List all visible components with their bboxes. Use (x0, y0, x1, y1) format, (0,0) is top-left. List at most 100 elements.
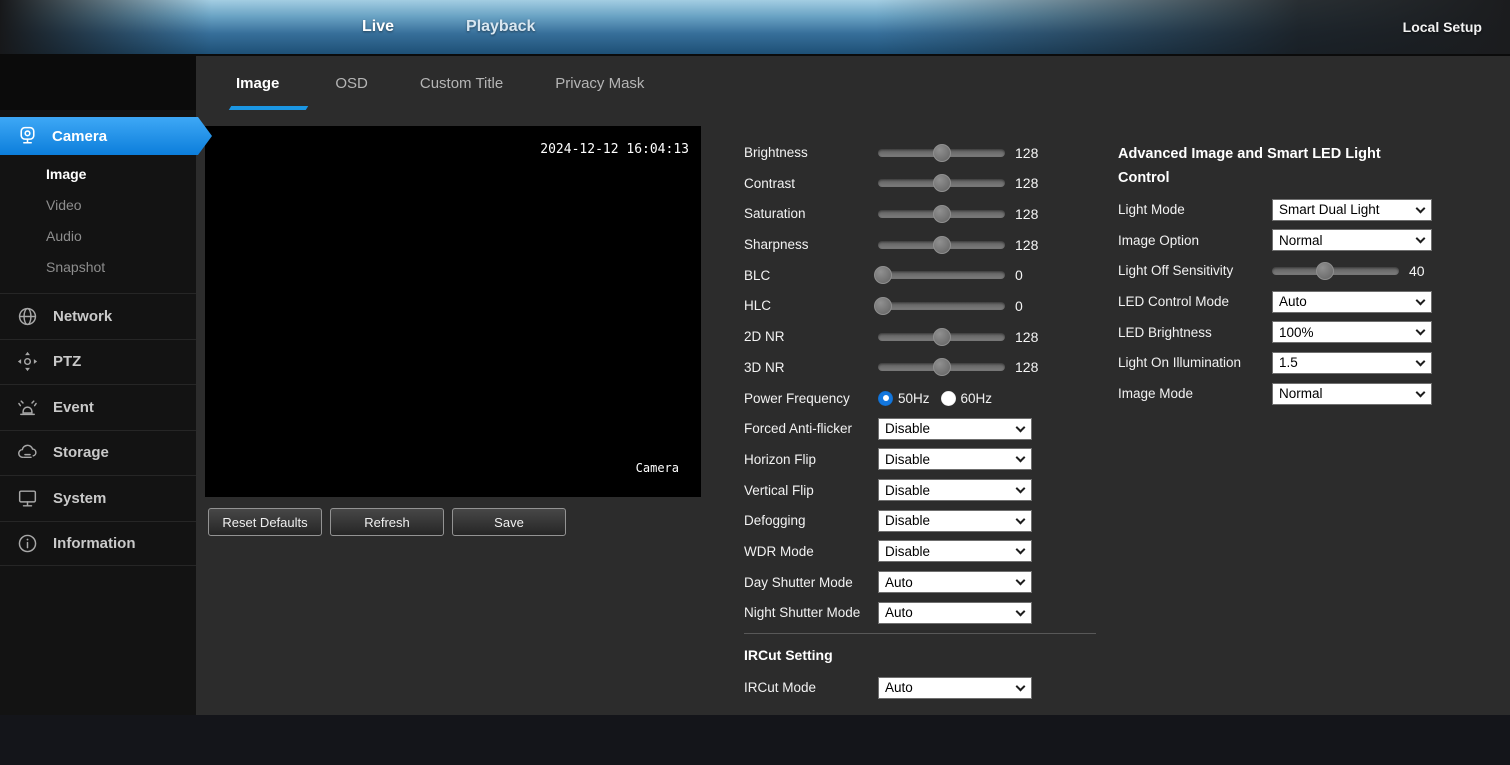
led-brightness-select[interactable]: 100% (1272, 321, 1432, 343)
sharpness-slider[interactable] (878, 234, 1005, 255)
sidebar-subitem-image[interactable]: Image (46, 159, 196, 190)
subtab-custom-title[interactable]: Custom Title (394, 56, 529, 110)
vertical-flip-select[interactable]: Disable (878, 479, 1032, 501)
sidebar-item-camera[interactable]: Camera (0, 117, 212, 155)
slider-track[interactable] (878, 149, 1005, 157)
defogging-label: Defogging (744, 513, 878, 528)
ptz-icon (15, 350, 39, 374)
main-content: Image OSD Custom Title Privacy Mask 2024… (196, 56, 1510, 715)
slider-track[interactable] (878, 271, 1005, 279)
video-timestamp: 2024-12-12 16:04:13 (540, 142, 689, 157)
ircut-mode-select[interactable]: Auto (878, 677, 1032, 699)
slider-track[interactable] (878, 241, 1005, 249)
top-tabs: Live Playback (362, 0, 535, 54)
sidebar-item-storage[interactable]: Storage (0, 430, 196, 476)
system-icon (15, 486, 39, 510)
2d-nr-value: 128 (1015, 329, 1045, 345)
sidebar-subitem-audio[interactable]: Audio (46, 221, 196, 252)
event-icon (15, 395, 39, 419)
defogging-select-wrap: Disable (878, 510, 1032, 532)
sidebar-item-ptz[interactable]: PTZ (0, 339, 196, 385)
slider-thumb[interactable] (933, 144, 951, 162)
image-mode-select-wrap: Normal (1272, 383, 1432, 405)
night-shutter-mode-select-wrap: Auto (878, 602, 1032, 624)
slider-track[interactable] (878, 302, 1005, 310)
power-frequency-label: Power Frequency (744, 391, 878, 406)
image-mode-select[interactable]: Normal (1272, 383, 1432, 405)
3d-nr-slider[interactable] (878, 357, 1005, 378)
tab-live[interactable]: Live (362, 18, 394, 36)
led-control-mode-select[interactable]: Auto (1272, 291, 1432, 313)
defogging-select[interactable]: Disable (878, 510, 1032, 532)
subtab-privacy-mask[interactable]: Privacy Mask (529, 56, 670, 110)
forced-anti-flicker-select[interactable]: Disable (878, 418, 1032, 440)
slider-thumb[interactable] (874, 297, 892, 315)
light-on-illumination-select-wrap: 1.5 (1272, 352, 1432, 374)
ircut-mode-label: IRCut Mode (744, 680, 878, 695)
blc-slider[interactable] (878, 265, 1005, 286)
slider-track[interactable] (878, 363, 1005, 371)
defogging-row: DefoggingDisable (744, 510, 1184, 531)
camera-submenu: Image Video Audio Snapshot (0, 155, 196, 293)
save-button[interactable]: Save (452, 508, 566, 536)
slider-track[interactable] (1272, 267, 1399, 275)
slider-thumb[interactable] (933, 174, 951, 192)
ircut-mode-row: IRCut ModeAuto (744, 677, 1184, 698)
sidebar-subitem-video[interactable]: Video (46, 190, 196, 221)
brightness-slider[interactable] (878, 142, 1005, 163)
50hz-radio[interactable]: 50Hz (878, 391, 930, 406)
slider-thumb[interactable] (933, 236, 951, 254)
3d-nr-label: 3D NR (744, 360, 878, 375)
ircut-divider (744, 633, 1096, 634)
forced-anti-flicker-row: Forced Anti-flickerDisable (744, 418, 1184, 439)
hlc-slider[interactable] (878, 295, 1005, 316)
radio-circle-icon[interactable] (878, 391, 893, 406)
60hz-radio[interactable]: 60Hz (941, 391, 993, 406)
contrast-slider[interactable] (878, 173, 1005, 194)
sidebar-item-event[interactable]: Event (0, 384, 196, 430)
sidebar-item-network[interactable]: Network (0, 293, 196, 339)
slider-thumb[interactable] (1316, 262, 1334, 280)
light-mode-select-wrap: Smart Dual Light (1272, 199, 1432, 221)
light-mode-row: Light ModeSmart Dual Light (1118, 199, 1510, 220)
sidebar-item-system[interactable]: System (0, 475, 196, 521)
slider-thumb[interactable] (933, 328, 951, 346)
wdr-mode-select[interactable]: Disable (878, 540, 1032, 562)
image-option-select[interactable]: Normal (1272, 229, 1432, 251)
vertical-flip-select-wrap: Disable (878, 479, 1032, 501)
night-shutter-mode-row: Night Shutter ModeAuto (744, 602, 1184, 623)
day-shutter-mode-select[interactable]: Auto (878, 571, 1032, 593)
radio-label: 60Hz (961, 391, 993, 406)
video-preview[interactable]: 2024-12-12 16:04:13 Camera (205, 126, 701, 497)
day-shutter-mode-row: Day Shutter ModeAuto (744, 572, 1184, 593)
slider-thumb[interactable] (933, 358, 951, 376)
2d-nr-slider[interactable] (878, 326, 1005, 347)
tab-playback[interactable]: Playback (466, 18, 535, 36)
light-on-illumination-select[interactable]: 1.5 (1272, 352, 1432, 374)
slider-track[interactable] (878, 210, 1005, 218)
slider-thumb[interactable] (874, 266, 892, 284)
subtab-osd[interactable]: OSD (309, 56, 394, 110)
slider-track[interactable] (878, 333, 1005, 341)
ircut-section-title: IRCut Setting (744, 647, 1184, 663)
camera-icon (15, 124, 39, 148)
night-shutter-mode-select[interactable]: Auto (878, 602, 1032, 624)
horizon-flip-select[interactable]: Disable (878, 448, 1032, 470)
light-off-sensitivity-slider[interactable] (1272, 260, 1399, 281)
light-on-illumination-row: Light On Illumination1.5 (1118, 352, 1510, 373)
image-mode-label: Image Mode (1118, 386, 1272, 401)
slider-thumb[interactable] (933, 205, 951, 223)
wdr-mode-row: WDR ModeDisable (744, 541, 1184, 562)
sidebar-subitem-snapshot[interactable]: Snapshot (46, 252, 196, 283)
slider-track[interactable] (878, 179, 1005, 187)
saturation-slider[interactable] (878, 203, 1005, 224)
sidebar-item-information[interactable]: Information (0, 521, 196, 567)
day-shutter-mode-label: Day Shutter Mode (744, 575, 878, 590)
refresh-button[interactable]: Refresh (330, 508, 444, 536)
light-mode-select[interactable]: Smart Dual Light (1272, 199, 1432, 221)
subtab-image[interactable]: Image (236, 56, 309, 110)
local-setup-link[interactable]: Local Setup (1403, 0, 1482, 54)
led-brightness-select-wrap: 100% (1272, 321, 1432, 343)
reset-defaults-button[interactable]: Reset Defaults (208, 508, 322, 536)
radio-circle-icon[interactable] (941, 391, 956, 406)
